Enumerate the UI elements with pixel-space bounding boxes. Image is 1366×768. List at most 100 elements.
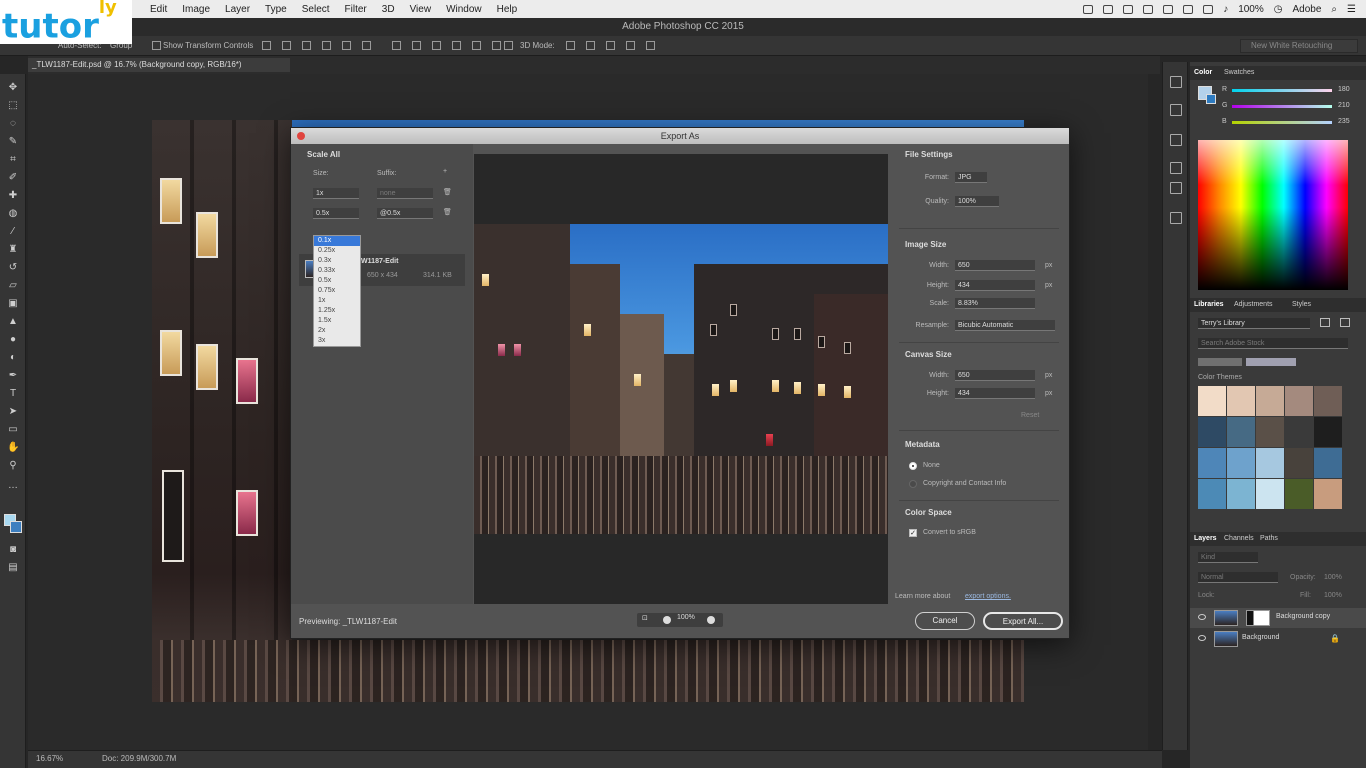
align-left-icon[interactable] — [322, 41, 331, 50]
green-slider[interactable] — [1232, 105, 1332, 108]
red-value[interactable]: 180 — [1338, 86, 1350, 93]
fill-value[interactable]: 100% — [1324, 592, 1342, 599]
scale-option[interactable]: 1.5x — [314, 316, 360, 326]
color-theme-swatch[interactable] — [1198, 417, 1226, 447]
properties-panel-icon[interactable] — [1170, 104, 1182, 116]
blue-slider[interactable] — [1232, 121, 1332, 124]
zoom-readout[interactable]: 16.67% — [36, 754, 63, 763]
format-dropdown[interactable]: JPG — [955, 172, 987, 183]
color-theme-swatch[interactable] — [1314, 417, 1342, 447]
blue-value[interactable]: 235 — [1338, 118, 1350, 125]
scale-dropdown-list[interactable]: 0.1x 0.25x 0.3x 0.33x 0.5x 0.75x 1x 1.25… — [313, 235, 361, 347]
brush-tool-icon[interactable]: ⁄ — [7, 226, 19, 238]
scale-field[interactable]: 8.83% — [955, 298, 1035, 309]
3d-pan-icon[interactable] — [606, 41, 615, 50]
metadata-none-radio[interactable] — [909, 462, 917, 470]
add-scale-icon[interactable]: + — [443, 168, 447, 175]
screen-mode-icon[interactable]: ▤ — [7, 562, 19, 574]
layer-row[interactable]: Background copy — [1190, 608, 1366, 628]
dropbox-icon[interactable] — [1143, 4, 1154, 14]
messages-icon[interactable] — [1103, 4, 1114, 14]
distribute-vcenter-icon[interactable] — [412, 41, 421, 50]
crop-tool-icon[interactable]: ⌗ — [7, 154, 19, 166]
workspace-switcher[interactable]: New White Retouching — [1240, 39, 1358, 53]
distribute-hcenter-icon[interactable] — [472, 41, 481, 50]
align-vcenter-icon[interactable] — [282, 41, 291, 50]
image-height-field[interactable]: 434 — [955, 280, 1035, 291]
scale-option[interactable]: 0.3x — [314, 256, 360, 266]
tab-paths[interactable]: Paths — [1260, 535, 1278, 542]
eraser-tool-icon[interactable]: ▱ — [7, 280, 19, 292]
opacity-value[interactable]: 100% — [1324, 574, 1342, 581]
tab-color[interactable]: Color — [1194, 69, 1212, 76]
trash-icon[interactable]: 🗑 — [443, 208, 452, 216]
canvas-height-field[interactable]: 434 — [955, 388, 1035, 399]
dodge-tool-icon[interactable]: ● — [7, 334, 19, 346]
align-bottom-icon[interactable] — [302, 41, 311, 50]
tab-adjustments[interactable]: Adjustments — [1234, 301, 1273, 308]
history-brush-tool-icon[interactable]: ↺ — [7, 262, 19, 274]
brush-panel-icon[interactable] — [1170, 134, 1182, 146]
zoom-out-icon[interactable] — [663, 616, 671, 624]
battery-percent[interactable]: 100% — [1238, 4, 1264, 15]
tab-channels[interactable]: Channels — [1224, 535, 1254, 542]
list-view-icon[interactable] — [1340, 318, 1350, 327]
color-theme-swatch[interactable] — [1314, 479, 1342, 509]
path-select-tool-icon[interactable]: ➤ — [7, 406, 19, 418]
color-theme-swatch[interactable] — [1198, 479, 1226, 509]
quick-mask-icon[interactable]: ◙ — [7, 544, 19, 556]
type-tool-icon[interactable]: T — [7, 388, 19, 400]
color-theme-swatch[interactable] — [1285, 448, 1313, 478]
3d-roll-icon[interactable] — [586, 41, 595, 50]
color-theme-swatch[interactable] — [1227, 386, 1255, 416]
color-theme-swatch[interactable] — [1227, 479, 1255, 509]
home-icon[interactable] — [1123, 4, 1134, 14]
healing-brush-tool-icon[interactable]: ✚ — [7, 190, 19, 202]
suffix-field-1[interactable]: none — [377, 188, 433, 199]
menu-3d[interactable]: 3D — [382, 4, 395, 15]
marquee-tool-icon[interactable]: ⬚ — [7, 100, 19, 112]
color-theme-swatch[interactable] — [1227, 417, 1255, 447]
document-tab[interactable]: _TLW1187-Edit.psd @ 16.7% (Background co… — [28, 58, 290, 72]
timemachine-icon[interactable] — [1163, 4, 1174, 14]
clock-icon[interactable]: ◷ — [1274, 4, 1283, 15]
3d-slide-icon[interactable] — [626, 41, 635, 50]
wifi-icon[interactable] — [1203, 4, 1214, 14]
menu-image[interactable]: Image — [182, 4, 210, 15]
reset-button[interactable]: Reset — [1021, 412, 1039, 419]
distribute-bottom-icon[interactable] — [432, 41, 441, 50]
size-dropdown-2[interactable]: 0.5x — [313, 208, 359, 219]
align-hcenter-icon[interactable] — [342, 41, 351, 50]
library-asset[interactable] — [1246, 358, 1296, 366]
close-icon[interactable] — [297, 132, 305, 140]
layer-name[interactable]: Background — [1242, 634, 1279, 641]
scale-option[interactable]: 1x — [314, 296, 360, 306]
account-name[interactable]: Adobe — [1293, 4, 1322, 15]
tab-libraries[interactable]: Libraries — [1194, 301, 1224, 308]
export-all-button[interactable]: Export All... — [983, 612, 1063, 630]
distribute-left-icon[interactable] — [452, 41, 461, 50]
checkbox-icon[interactable] — [152, 41, 161, 50]
scale-option[interactable]: 0.1x — [314, 236, 360, 246]
show-transform-label[interactable]: Show Transform Controls — [163, 41, 253, 50]
gradient-tool-icon[interactable]: ▣ — [7, 298, 19, 310]
volume-icon[interactable]: ♪ — [1223, 4, 1228, 15]
3d-scale-icon[interactable] — [646, 41, 655, 50]
color-theme-swatch[interactable] — [1314, 386, 1342, 416]
color-theme-swatch[interactable] — [1227, 448, 1255, 478]
hand-tool-icon[interactable]: ✋ — [7, 442, 19, 454]
convert-srgb-checkbox[interactable]: ✓ — [909, 529, 917, 537]
color-theme-swatch[interactable] — [1314, 448, 1342, 478]
color-theme-swatch[interactable] — [1198, 448, 1226, 478]
color-theme-swatch[interactable] — [1256, 479, 1284, 509]
resample-dropdown[interactable]: Bicubic Automatic — [955, 320, 1055, 331]
burn-tool-icon[interactable]: ◐ — [7, 352, 19, 364]
more-tools-icon[interactable]: … — [7, 480, 19, 492]
color-theme-swatch[interactable] — [1198, 386, 1226, 416]
list-icon[interactable]: ☰ — [1347, 4, 1356, 15]
quality-field[interactable]: 100% — [955, 196, 999, 207]
scale-option[interactable]: 0.25x — [314, 246, 360, 256]
bg-color-chip[interactable] — [1206, 94, 1216, 104]
library-dropdown[interactable]: Terry's Library — [1198, 318, 1310, 329]
grid-view-icon[interactable] — [1320, 318, 1330, 327]
